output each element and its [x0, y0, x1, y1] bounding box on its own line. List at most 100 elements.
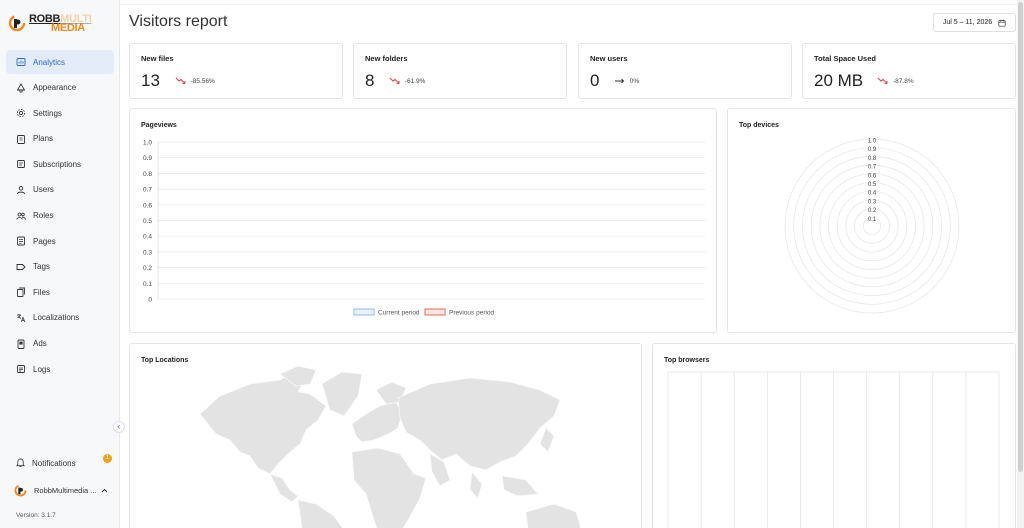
world-map — [199, 365, 582, 528]
ads-icon — [16, 339, 26, 349]
r-tick-label: 0.4 — [868, 191, 877, 197]
version-label: Version: 3.1.7 — [16, 512, 56, 519]
radar-ring — [793, 147, 951, 305]
y-tick-label: 1.0 — [143, 140, 152, 147]
y-tick-label: 0.4 — [143, 234, 152, 241]
radar-ring — [819, 173, 925, 279]
y-tick-label: 0.3 — [143, 249, 152, 256]
user-menu[interactable]: RobbMultimedia ... — [14, 484, 114, 497]
sidebar-item-label: Roles — [33, 211, 54, 221]
stat-value: 0 — [590, 71, 600, 90]
stat-value: 20 MB — [814, 71, 864, 90]
sidebar-item-subscriptions[interactable]: Subscriptions — [6, 152, 114, 176]
r-tick-label: 0.6 — [868, 173, 877, 179]
sidebar-nav: Analytics Appearance Settings Plans Subscrip… — [6, 50, 114, 383]
page-icon — [16, 236, 26, 246]
main-content: Visitors report Jul 5 – 11, 2026 New fil… — [120, 0, 1024, 528]
stat-trend-value: 0% — [629, 77, 640, 85]
y-tick-label: 0.1 — [143, 281, 152, 288]
trend-flat-icon — [614, 78, 625, 84]
legend-label: Previous period — [449, 310, 495, 317]
notifications-badge: 1 — [103, 454, 112, 463]
group-icon — [16, 211, 26, 221]
sidebar-item-label: Pages — [33, 236, 56, 246]
y-tick-label: 0.7 — [143, 187, 152, 194]
sidebar-item-label: Subscriptions — [33, 159, 82, 169]
top-divider — [120, 4, 1024, 5]
sidebar-item-logs[interactable]: Logs — [6, 357, 114, 381]
r-tick-label: 0.9 — [868, 147, 877, 153]
pageviews-card: Pageviews 1.0 0.9 0.8 0.7 0.6 0.5 0.4 0.3 0.2 0.1… — [129, 108, 717, 333]
stat-trend: 0% — [614, 77, 639, 85]
sidebar-item-label: Settings — [33, 108, 62, 118]
sidebar-item-appearance[interactable]: Appearance — [6, 76, 114, 100]
receipt-icon — [16, 159, 26, 169]
app-root: ROBBMULTI MEDIA Analytics Appearance Setti… — [0, 0, 1024, 528]
sidebar: ROBBMULTI MEDIA Analytics Appearance Setti… — [0, 0, 125, 528]
stat-trend-value: -85.56% — [190, 77, 215, 85]
browsers-bar-chart — [667, 371, 1000, 528]
stat-title: New files — [141, 54, 174, 63]
sidebar-item-files[interactable]: Files — [6, 280, 114, 304]
r-tick-label: 1.0 — [868, 139, 877, 145]
sidebar-item-roles[interactable]: Roles — [6, 204, 114, 228]
sidebar-item-tags[interactable]: Tags — [6, 255, 114, 279]
sidebar-item-settings[interactable]: Settings — [6, 101, 114, 125]
sidebar-item-plans[interactable]: Plans — [6, 127, 114, 151]
sidebar-item-pages[interactable]: Pages — [6, 229, 114, 253]
sidebar-item-label: Appearance — [33, 83, 77, 93]
sidebar-item-users[interactable]: Users — [6, 178, 114, 202]
log-icon — [16, 364, 26, 374]
stat-card-new-folders: New folders 8 -61.9% — [353, 43, 567, 99]
gear-icon — [16, 108, 26, 118]
r-tick-label: 0.8 — [868, 156, 877, 162]
sidebar-item-analytics[interactable]: Analytics — [6, 50, 114, 74]
stat-card-total-space-used: Total Space Used 20 MB -87.8% — [802, 43, 1016, 99]
y-tick-label: 0.5 — [143, 218, 152, 225]
y-tick-label: 0.2 — [143, 265, 152, 272]
stat-title: Total Space Used — [814, 54, 876, 63]
r-tick-label: 0.2 — [868, 208, 877, 214]
sidebar-item-ads[interactable]: Ads — [6, 332, 114, 356]
sidebar-item-localizations[interactable]: Localizations — [6, 306, 114, 330]
page-title: Visitors report — [129, 13, 228, 30]
user-icon — [16, 185, 26, 195]
trend-down-icon — [389, 77, 400, 85]
user-name: RobbMultimedia ... — [34, 486, 97, 495]
date-range-picker[interactable]: Jul 5 – 11, 2026 — [933, 13, 1016, 32]
r-tick-label: 0.5 — [868, 182, 877, 188]
trend-down-icon — [877, 77, 888, 85]
r-tick-label: 0.3 — [868, 199, 877, 205]
y-tick-label: 0.6 — [143, 202, 152, 209]
sidebar-item-label: Plans — [33, 134, 54, 144]
chevron-up-icon — [101, 488, 107, 493]
chart-icon — [16, 57, 26, 67]
scrollbar-thumb[interactable] — [1018, 2, 1023, 472]
page-scrollbar[interactable] — [1017, 0, 1024, 528]
r-tick-label: 0.7 — [868, 165, 877, 171]
trend-down-icon — [175, 77, 186, 85]
brand-logo[interactable]: ROBBMULTI MEDIA — [8, 10, 92, 36]
bell-icon — [16, 458, 25, 468]
notifications-item[interactable]: Notifications 1 — [16, 454, 112, 468]
date-range-label: Jul 5 – 11, 2026 — [942, 19, 993, 26]
sidebar-item-label: Files — [33, 287, 50, 297]
y-tick-label: 0 — [148, 297, 152, 304]
tag-icon — [16, 262, 26, 272]
stat-trend: -87.8% — [877, 77, 914, 85]
palette-icon — [16, 82, 26, 93]
legend-item-previous[interactable]: Previous period — [424, 308, 495, 317]
stat-trend-value: -61.9% — [404, 77, 426, 85]
logo-icon — [8, 14, 26, 32]
legend-swatch — [424, 308, 446, 316]
sidebar-item-label: Localizations — [33, 313, 80, 323]
locations-card: Top Locations — [129, 343, 642, 528]
sidebar-item-label: Tags — [33, 262, 50, 272]
sidebar-item-label: Logs — [33, 364, 51, 374]
sidebar-item-label: Users — [33, 185, 54, 195]
stat-trend: -61.9% — [389, 77, 426, 85]
legend-item-current[interactable]: Current period — [353, 308, 420, 317]
sidebar-item-label: Ads — [33, 339, 47, 349]
stat-card-new-users: New users 0 0% — [578, 43, 792, 99]
pageviews-chart: 1.0 0.9 0.8 0.7 0.6 0.5 0.4 0.3 0.2 0.1 0 Current p… — [143, 140, 705, 317]
